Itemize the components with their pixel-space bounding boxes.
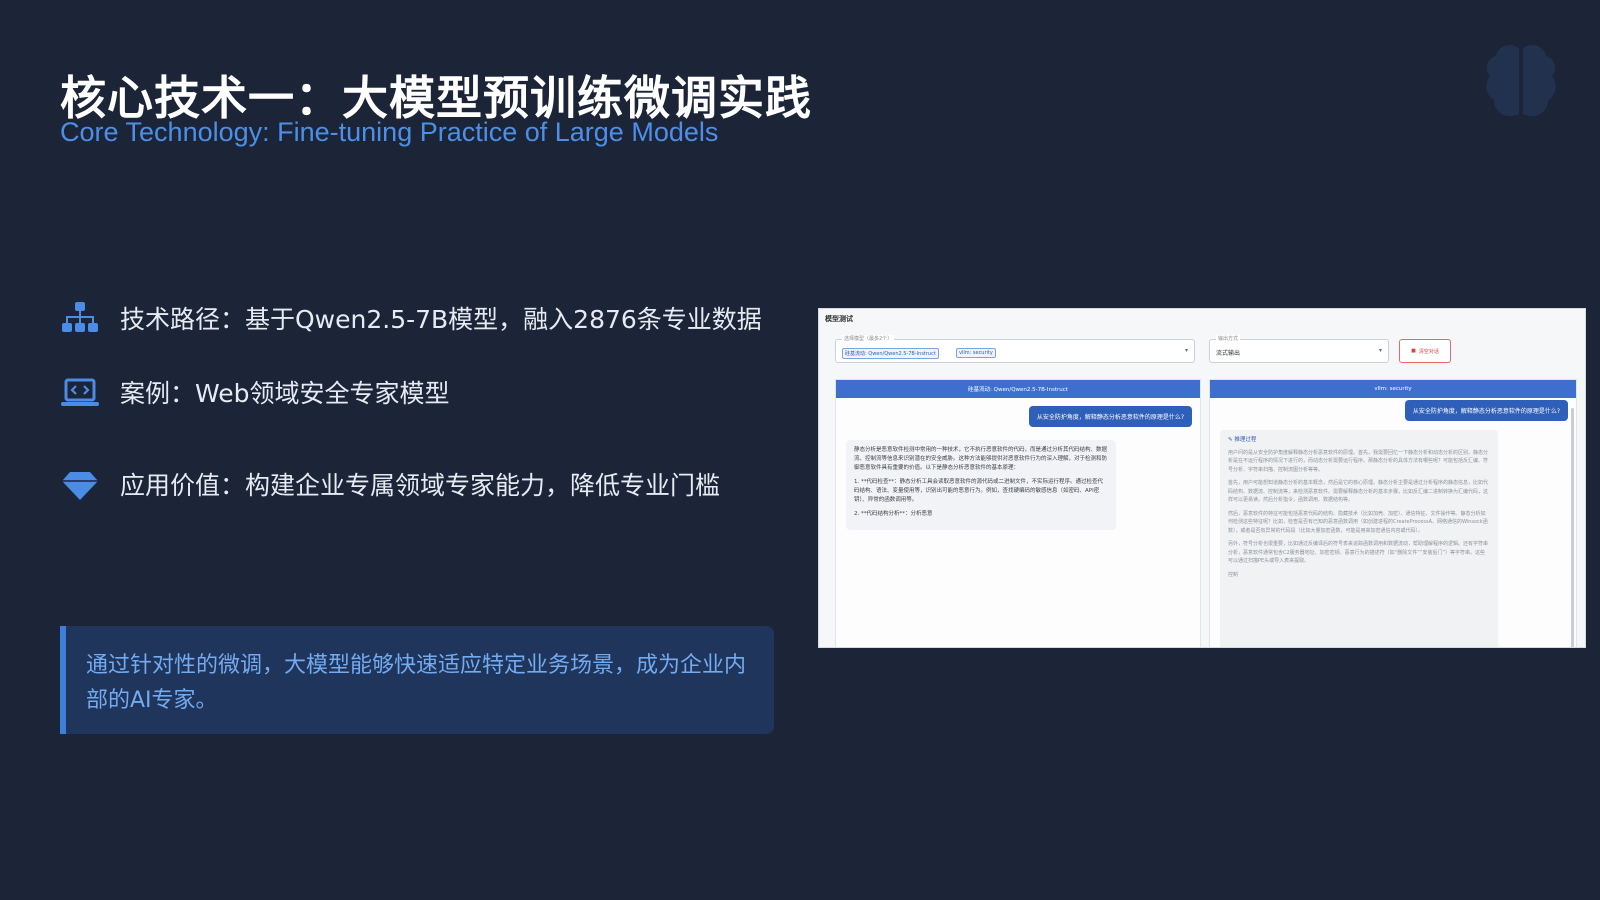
reasoning-paragraph: 控制: [1228, 571, 1239, 578]
feature-case: 案例：Web领域安全专家模型: [60, 372, 450, 412]
trash-icon: ■: [1411, 348, 1416, 354]
reasoning-paragraph: 用户问的是从安全防护角度解释静态分析恶意软件的原理。首先，我需要回忆一下静态分析…: [1228, 449, 1489, 473]
model-select-label: 选择模型（最多2个）: [842, 335, 895, 342]
chevron-down-icon[interactable]: ▾: [1185, 347, 1188, 354]
brain-icon: [1486, 45, 1556, 117]
diamond-icon: [62, 472, 98, 500]
pane-header: 硅基流动: Qwen/Qwen2.5-7B-Instruct: [836, 380, 1200, 398]
model-chip[interactable]: 硅基流动: Qwen/Qwen2.5-7B-Instruct: [842, 348, 939, 359]
page-subtitle: Core Technology: Fine-tuning Practice of…: [60, 117, 719, 147]
callout-box: 通过针对性的微调，大模型能够快速适应特定业务场景，成为企业内部的AI专家。: [60, 626, 774, 734]
reasoning-paragraph: 然后，恶意软件的特征可能包括恶意代码的结构、隐藏技术（比如加壳、加密）、通信特征…: [1228, 510, 1488, 534]
clear-chat-label: 清空对话: [1418, 348, 1439, 355]
reasoning-panel[interactable]: ✎ 推理过程 用户问的是从安全防护角度解释静态分析恶意软件的原理。首先，我需要回…: [1220, 430, 1498, 647]
feature-value: 应用价值：构建企业专属领域专家能力，降低专业门槛: [60, 464, 720, 504]
chat-pane-right: vllm: security 从安全防护角度，解释静态分析恶意软件的原理是什么?…: [1209, 379, 1577, 647]
answer-paragraph: 静态分析是恶意软件检测中常用的一种技术，它不执行恶意软件的代码，而是通过分析其代…: [854, 447, 1108, 471]
output-mode-label: 输出方式: [1216, 335, 1241, 342]
feature-text: 应用价值：构建企业专属领域专家能力，降低专业门槛: [120, 471, 721, 500]
model-test-screenshot: 模型测试 选择模型（最多2个） 硅基流动: Qwen/Qwen2.5-7B-In…: [818, 308, 1586, 648]
answer-paragraph: 1. **代码检查**：静态分析工具会读取恶意软件的源代码或二进制文件，不实际运…: [854, 479, 1103, 503]
clear-chat-button[interactable]: ■ 清空对话: [1399, 339, 1451, 363]
output-mode-select[interactable]: 输出方式 流式输出 ▾: [1209, 335, 1389, 363]
user-question-bubble: 从安全防护角度，解释静态分析恶意软件的原理是什么?: [1404, 400, 1568, 421]
chevron-down-icon[interactable]: ▾: [1379, 347, 1382, 354]
output-mode-value: 流式输出: [1216, 350, 1241, 357]
laptop-code-icon: [61, 378, 99, 406]
model-select[interactable]: 选择模型（最多2个） 硅基流动: Qwen/Qwen2.5-7B-Instruc…: [835, 335, 1195, 363]
reasoning-paragraph: 首先，用户可能想知道静态分析的基本概念，然后是它的核心原理。静态分析主要是通过分…: [1228, 480, 1489, 503]
sitemap-icon: [62, 302, 98, 332]
pane-header: vllm: security: [1210, 380, 1576, 398]
callout-text: 通过针对性的微调，大模型能够快速适应特定业务场景，成为企业内部的AI专家。: [86, 653, 747, 713]
model-chip[interactable]: vllm: security: [956, 348, 996, 358]
scrollbar[interactable]: [1571, 408, 1574, 647]
feature-text: 技术路径：基于Qwen2.5-7B模型，融入2876条专业数据: [120, 305, 762, 334]
feature-text: 案例：Web领域安全专家模型: [120, 379, 450, 408]
answer-paragraph: 2. **代码结构分析**：分析恶意: [854, 511, 933, 517]
user-question-bubble: 从安全防护角度，解释静态分析恶意软件的原理是什么?: [1028, 406, 1192, 427]
reasoning-paragraph: 另外，符号分析也很重要，比如通过反编译后的符号表来追踪函数调用和数据流动，帮助理…: [1228, 541, 1489, 564]
feature-tech-path: 技术路径：基于Qwen2.5-7B模型，融入2876条专业数据: [60, 298, 762, 338]
reasoning-header[interactable]: ✎ 推理过程: [1228, 436, 1490, 445]
model-answer: 静态分析是恶意软件检测中常用的一种技术，它不执行恶意软件的代码，而是通过分析其代…: [846, 440, 1116, 530]
screenshot-title: 模型测试: [825, 315, 853, 323]
chat-pane-left: 硅基流动: Qwen/Qwen2.5-7B-Instruct 从安全防护角度，解…: [835, 379, 1201, 647]
